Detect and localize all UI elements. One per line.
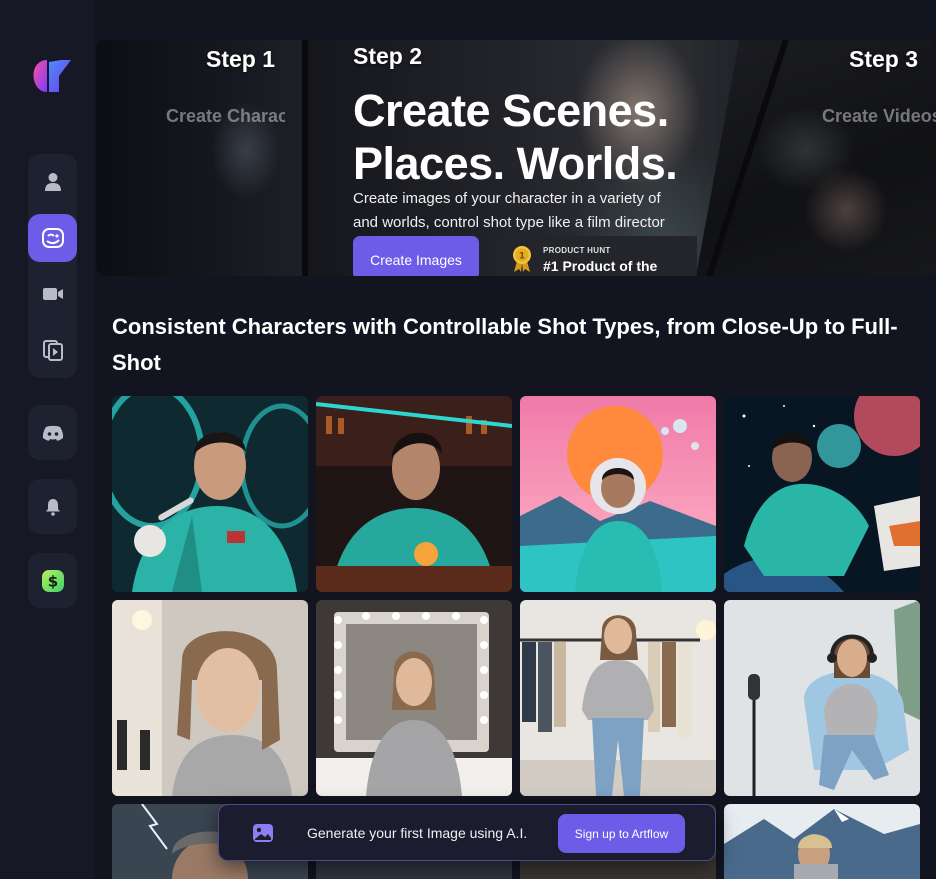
hero-title: Create Scenes. Places. Worlds. bbox=[353, 84, 743, 190]
main-nav bbox=[28, 154, 77, 378]
gallery-tile[interactable] bbox=[724, 396, 920, 592]
woman-vanity-mirror-image bbox=[316, 600, 512, 796]
gallery-tile[interactable] bbox=[724, 804, 920, 879]
signup-button[interactable]: Sign up to Artflow bbox=[558, 814, 685, 853]
svg-text:$: $ bbox=[47, 572, 57, 590]
step3-label: Step 3 bbox=[849, 46, 919, 72]
woman-knight-horse-image bbox=[724, 804, 920, 879]
hero-title-line: Create Scenes. bbox=[353, 85, 669, 136]
product-hunt-badge[interactable]: 1 PRODUCT HUNT #1 Product of the bbox=[497, 236, 697, 276]
gallery-tile[interactable] bbox=[112, 600, 308, 796]
hero-title-line: Places. Worlds. bbox=[353, 138, 678, 189]
image-icon bbox=[253, 824, 273, 842]
woman-clothing-rack-image bbox=[520, 600, 716, 796]
billing-button[interactable]: $ bbox=[28, 553, 77, 608]
signup-toast: Generate your first Image using A.I. Sig… bbox=[218, 804, 716, 861]
step1-subtitle: Create Charac bbox=[166, 106, 285, 126]
gallery-tile[interactable] bbox=[724, 600, 920, 796]
badge-title: #1 Product of the bbox=[543, 258, 658, 274]
nav-videos[interactable] bbox=[28, 270, 77, 318]
svg-text:1: 1 bbox=[519, 252, 525, 262]
woman-headphones-chair-image bbox=[724, 600, 920, 796]
gallery-tile[interactable] bbox=[316, 600, 512, 796]
astronaut-floating-space-image bbox=[724, 396, 920, 592]
video-library-icon bbox=[42, 340, 63, 361]
hero-description: Create images of your character in a var… bbox=[353, 187, 684, 235]
astronaut-alien-landscape-image bbox=[520, 396, 716, 592]
dollar-icon: $ bbox=[41, 569, 64, 592]
video-camera-icon bbox=[42, 288, 63, 300]
artflow-logo[interactable] bbox=[31, 58, 73, 94]
sidebar: $ bbox=[0, 0, 94, 879]
hero-description-line: and worlds, control shot type like a fil… bbox=[353, 214, 665, 231]
hero-carousel: Step 1 Create Charac Step 2 Step 3 Creat… bbox=[96, 40, 936, 276]
woman-hoodie-closeup-image bbox=[112, 600, 308, 796]
astronaut-at-bar-image bbox=[316, 396, 512, 592]
astronaut-brushing-teeth-image bbox=[112, 396, 308, 592]
hero-description-line: Create images of your character in a var… bbox=[353, 190, 661, 207]
section-title: Consistent Characters with Controllable … bbox=[112, 314, 898, 375]
step1-panel[interactable] bbox=[96, 40, 308, 276]
toast-message: Generate your first Image using A.I. bbox=[307, 825, 528, 841]
badge-kicker: PRODUCT HUNT bbox=[543, 246, 611, 255]
nav-characters[interactable] bbox=[28, 158, 77, 206]
discord-button[interactable] bbox=[28, 405, 77, 460]
gallery-tile[interactable] bbox=[112, 396, 308, 592]
gallery-tile[interactable] bbox=[520, 600, 716, 796]
user-icon bbox=[44, 173, 61, 191]
step2-label: Step 2 bbox=[353, 43, 423, 69]
nav-scenes[interactable] bbox=[28, 214, 77, 262]
bell-icon bbox=[45, 498, 60, 516]
medal-icon: 1 bbox=[513, 246, 531, 272]
notifications-button[interactable] bbox=[28, 479, 77, 534]
gallery-tile[interactable] bbox=[520, 396, 716, 592]
step3-subtitle: Create Videos bbox=[822, 106, 936, 126]
discord-icon bbox=[42, 425, 63, 441]
gallery-tile[interactable] bbox=[316, 396, 512, 592]
step1-label: Step 1 bbox=[206, 46, 276, 72]
nav-video-library[interactable] bbox=[28, 326, 77, 374]
character-face-icon bbox=[41, 228, 64, 248]
create-images-button[interactable]: Create Images bbox=[353, 236, 479, 276]
